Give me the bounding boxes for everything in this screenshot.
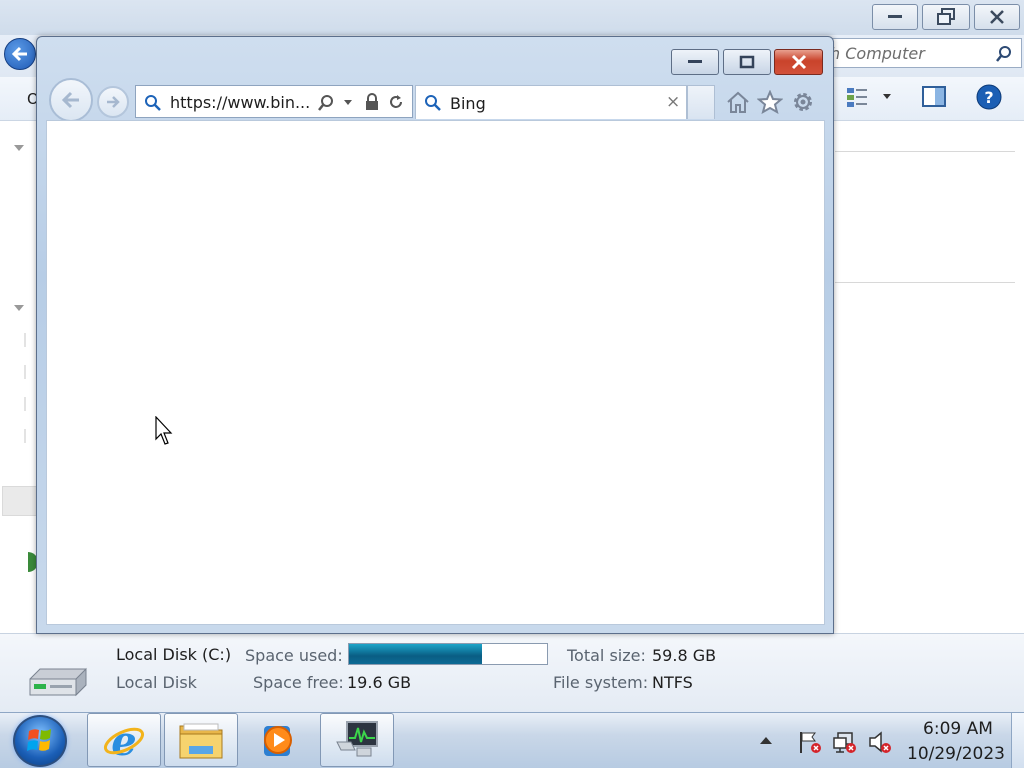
back-arrow-icon: [11, 46, 27, 62]
hard-drive-icon: [29, 667, 87, 697]
preview-pane-icon: [922, 86, 946, 107]
ie-address-bar[interactable]: https://www.bin...: [135, 85, 413, 118]
search-dropdown-icon[interactable]: [317, 94, 335, 112]
lock-icon[interactable]: [364, 93, 380, 111]
ie-minimize-button[interactable]: [671, 49, 719, 75]
space-used-fill: [349, 644, 482, 664]
view-options-icon: [847, 88, 867, 107]
ie-tools-button[interactable]: [788, 87, 818, 117]
ie-tab-title: Bing: [450, 94, 486, 113]
nav-tree-line: [24, 429, 26, 443]
explorer-close-button[interactable]: [974, 4, 1020, 30]
start-button[interactable]: [13, 715, 67, 767]
clock-date[interactable]: 10/29/2023: [906, 744, 1006, 764]
total-size-label: Total size:: [567, 646, 646, 665]
ie-new-tab-button[interactable]: [687, 85, 715, 119]
restore-icon: [937, 8, 955, 25]
action-center-tray-icon[interactable]: [796, 728, 824, 756]
nav-selected-item[interactable]: [2, 486, 40, 516]
network-tray-icon[interactable]: [831, 728, 859, 756]
nav-tree-line: [24, 365, 26, 379]
file-system-value: NTFS: [652, 673, 693, 692]
ie-address-text[interactable]: https://www.bin...: [170, 93, 310, 112]
help-icon: ?: [976, 84, 1002, 110]
maximize-icon: [739, 55, 755, 69]
view-dropdown-icon[interactable]: [883, 94, 891, 99]
preview-pane-button[interactable]: [922, 86, 948, 111]
ie-home-button[interactable]: [723, 87, 753, 117]
taskbar-task-manager[interactable]: [320, 713, 394, 767]
taskbar-windows-media-player[interactable]: [241, 713, 315, 767]
help-button[interactable]: ?: [976, 84, 1002, 113]
space-free-value: 19.6 GB: [347, 673, 412, 692]
address-dropdown-icon[interactable]: [344, 100, 352, 105]
total-size-value: 59.8 GB: [652, 646, 717, 665]
star-icon: [757, 90, 783, 114]
space-used-bar: [348, 643, 548, 665]
search-icon: [996, 46, 1011, 62]
windows-logo-icon: [27, 729, 51, 751]
home-icon: [727, 91, 749, 113]
ie-back-button[interactable]: [49, 78, 93, 122]
content-divider: [835, 282, 1015, 283]
mouse-cursor-icon: [155, 416, 173, 445]
back-arrow-icon: [61, 91, 79, 109]
flag-alert-icon: [800, 732, 821, 753]
taskbar-internet-explorer[interactable]: e: [87, 713, 161, 767]
close-icon: [791, 54, 806, 70]
task-manager-icon: [336, 721, 378, 757]
nav-tree-line: [24, 333, 26, 347]
space-used-label: Space used:: [245, 646, 343, 665]
folder-icon: [179, 723, 223, 759]
ie-tab-bing[interactable]: Bing ×: [415, 85, 687, 119]
content-divider: [835, 151, 1015, 152]
bing-search-icon: [425, 95, 441, 111]
internet-explorer-icon: e: [103, 718, 145, 762]
search-icon: [145, 95, 161, 111]
drive-type: Local Disk: [116, 673, 197, 692]
ie-favorites-button[interactable]: [755, 87, 785, 117]
nav-tree-line: [24, 397, 26, 411]
ie-tab-close-button[interactable]: ×: [666, 92, 680, 112]
ie-forward-button[interactable]: [97, 86, 129, 118]
gear-icon: [794, 93, 812, 111]
explorer-minimize-button[interactable]: [872, 4, 918, 30]
explorer-titlebar: [0, 0, 1024, 35]
volume-tray-icon[interactable]: [866, 728, 894, 756]
ie-close-button[interactable]: [774, 49, 823, 75]
taskbar-windows-explorer[interactable]: [164, 713, 238, 767]
show-desktop-button[interactable]: [1011, 713, 1024, 768]
explorer-search-placeholder: h Computer: [830, 44, 925, 63]
network-alert-icon: [833, 732, 856, 753]
forward-arrow-icon: [107, 96, 120, 108]
minimize-icon: [888, 15, 902, 18]
nav-expand-icon[interactable]: [14, 145, 24, 151]
svg-text:?: ?: [984, 88, 993, 107]
close-icon: [990, 10, 1004, 24]
explorer-restore-button[interactable]: [922, 4, 970, 30]
ie-maximize-button[interactable]: [723, 49, 771, 75]
refresh-icon[interactable]: [387, 93, 405, 111]
volume-muted-icon: [869, 731, 891, 753]
media-player-icon: [264, 726, 292, 756]
ie-page-content[interactable]: [46, 120, 825, 625]
file-system-label: File system:: [553, 673, 649, 692]
internet-explorer-window: https://www.bin... Bing ×: [36, 36, 834, 634]
nav-expand-icon[interactable]: [14, 305, 24, 311]
change-view-button[interactable]: [846, 86, 870, 111]
show-hidden-icons-button[interactable]: [760, 737, 772, 744]
svg-text:e: e: [111, 718, 136, 762]
minimize-icon: [688, 60, 702, 63]
space-free-label: Space free:: [253, 673, 344, 692]
explorer-back-button[interactable]: [4, 38, 36, 70]
drive-name: Local Disk (C:): [116, 645, 232, 664]
clock-time[interactable]: 6:09 AM: [918, 719, 998, 739]
